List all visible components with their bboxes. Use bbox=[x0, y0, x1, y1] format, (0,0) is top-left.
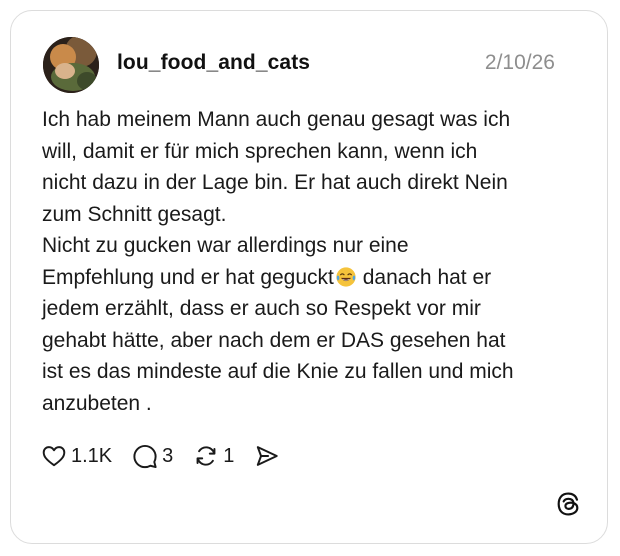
repost-button[interactable]: 1 bbox=[193, 443, 234, 469]
post-line: ist es das mindeste auf die Knie zu fall… bbox=[42, 360, 514, 383]
avatar-image bbox=[43, 37, 99, 93]
post-line: Nicht zu gucken war allerdings nur eine bbox=[42, 234, 409, 257]
post-line: jedem erzählt, dass er auch so Respekt v… bbox=[42, 297, 481, 320]
heart-icon bbox=[42, 446, 66, 467]
post-date: 2/10/26 bbox=[484, 51, 555, 74]
share-button[interactable] bbox=[254, 443, 280, 469]
post-line: anzubeten . bbox=[42, 391, 152, 415]
speech-bubble-icon bbox=[133, 444, 157, 469]
post-card: lou_food_and_cats 2/10/26 Ich hab meinem… bbox=[10, 10, 608, 544]
like-button[interactable]: 1.1K bbox=[41, 443, 112, 469]
post-line: nicht dazu in der Lage bin. Er hat auch … bbox=[42, 171, 508, 194]
post-line: zum Schnitt gesagt. bbox=[42, 202, 227, 226]
post-line: will, damit er für mich sprechen kann, w… bbox=[42, 139, 478, 163]
repost-icon bbox=[196, 446, 216, 466]
threads-logo-icon[interactable] bbox=[555, 491, 581, 517]
reply-count: 3 bbox=[162, 444, 174, 467]
repost-count: 1 bbox=[223, 444, 235, 467]
post-line: gehabt hätte, aber nach dem er DAS geseh… bbox=[42, 328, 506, 352]
post-line-part: danach hat er bbox=[362, 265, 492, 289]
post-text: Ich hab meinem Mann auch genau gesagt wa… bbox=[42, 104, 572, 419]
like-count: 1.1K bbox=[71, 444, 113, 467]
face-with-tears-of-joy-icon bbox=[336, 266, 356, 287]
post-line: Ich hab meinem Mann auch genau gesagt wa… bbox=[42, 108, 511, 131]
post-line-with-emoji: Empfehlung und er hat geguckt danach hat… bbox=[42, 262, 572, 294]
username[interactable]: lou_food_and_cats bbox=[117, 51, 310, 75]
avatar[interactable] bbox=[43, 37, 99, 93]
reply-button[interactable]: 3 bbox=[132, 443, 173, 469]
action-bar: 1.1K 3 1 bbox=[41, 441, 300, 471]
post-line-part: Empfehlung und er hat geguckt bbox=[42, 265, 334, 289]
send-icon bbox=[257, 446, 279, 466]
